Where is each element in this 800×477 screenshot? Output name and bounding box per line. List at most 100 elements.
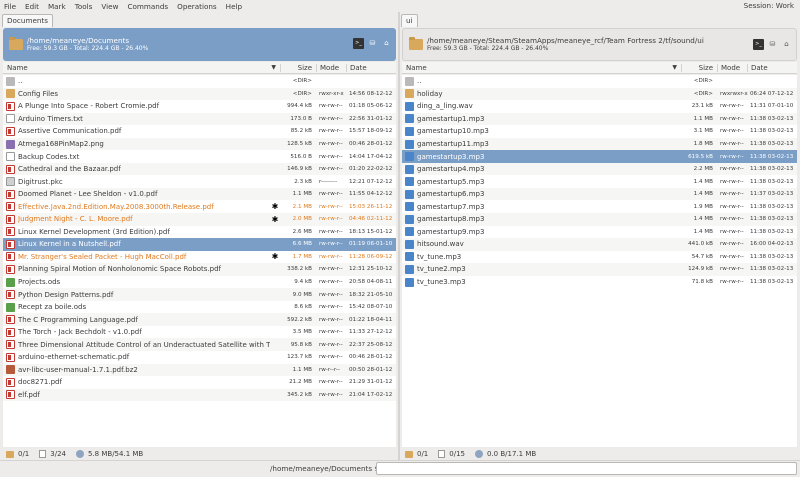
file-mode: r--------	[319, 178, 338, 185]
file-row[interactable]: gamestartup5.mp3 1.4 MB rw-rw-r-- 11:38 03-…	[402, 175, 797, 188]
file-row[interactable]: Assertive Communication.pdf 85.2 kB rw-rw-…	[3, 125, 396, 138]
menu-help[interactable]: Help	[222, 2, 247, 11]
file-row[interactable]: .. <DIR>	[3, 75, 396, 88]
audio-file-icon	[405, 139, 414, 149]
file-size: 9.4 kB	[294, 279, 312, 286]
file-name: Three Dimensional Attitude Control of an…	[18, 340, 270, 349]
file-size: 146.9 kB	[287, 166, 312, 173]
file-row[interactable]: Cathedral and the Bazaar.pdf 146.9 kB rw-r…	[3, 162, 396, 176]
file-size: 592.2 kB	[287, 316, 312, 323]
file-row[interactable]: hitsound.wav 441.0 kB rw-rw-r-- 16:00 04-02…	[402, 238, 797, 251]
menu-file[interactable]: File	[0, 2, 21, 11]
file-row[interactable]: The Torch - Jack Bechdolt - v1.0.pdf 3.5 …	[3, 326, 396, 339]
file-mode: rw-rw-r--	[720, 216, 744, 223]
column-name[interactable]: Name ▼	[402, 64, 681, 72]
file-row[interactable]: Mr. Stranger's Sealed Packet - Hugh MacC…	[3, 251, 396, 264]
command-input[interactable]	[376, 462, 797, 475]
file-mode: rw-rw-r--	[720, 253, 744, 260]
file-date: 11:31 07-01-10	[750, 103, 794, 110]
history-icon[interactable]: ⌂	[381, 38, 392, 49]
file-row[interactable]: gamestartup6.mp3 1.4 MB rw-rw-r-- 11:37 03-…	[402, 187, 797, 201]
file-row[interactable]: Projects.ods 9.4 kB rw-rw-r-- 20:58 04-08-1…	[3, 276, 396, 289]
file-row[interactable]: A Plunge Into Space - Robert Cromie.pdf 9…	[3, 100, 396, 113]
menu-view[interactable]: View	[97, 2, 123, 11]
bookmarks-icon[interactable]: ⛁	[367, 38, 378, 49]
file-row[interactable]: Planning Spiral Motion of Nonholonomic S…	[3, 263, 396, 276]
file-row[interactable]: gamestartup8.mp3 1.4 MB rw-rw-r-- 11:38 03-…	[402, 213, 797, 226]
file-row[interactable]: avr-libc-user-manual-1.7.1.pdf.bz2 1.1 MB…	[3, 363, 396, 377]
file-row[interactable]: Linux Kernel Development (3rd Edition).p…	[3, 226, 396, 239]
file-row[interactable]: Effective.Java.2nd.Edition.May.2008.3000…	[3, 200, 396, 213]
left-path-bar[interactable]: /home/meaneye/Documents Free: 59.3 GB - …	[3, 28, 396, 61]
file-date: 01:20 22-02-12	[349, 166, 393, 173]
file-row[interactable]: tv_tune.mp3 54.7 kB rw-rw-r-- 11:38 03-02-1…	[402, 251, 797, 264]
terminal-icon[interactable]: >_	[353, 38, 364, 49]
file-row[interactable]: gamestartup9.mp3 1.4 MB rw-rw-r-- 11:38 03-…	[402, 226, 797, 239]
file-row[interactable]: Three Dimensional Attitude Control of an…	[3, 338, 396, 352]
tab-ui[interactable]: ui	[401, 14, 418, 27]
file-row[interactable]: gamestartup7.mp3 1.9 MB rw-rw-r-- 11:38 03-…	[402, 200, 797, 213]
menu-tools[interactable]: Tools	[71, 2, 98, 11]
right-path-bar[interactable]: /home/meaneye/Steam/SteamApps/meaneye_rc…	[402, 28, 797, 61]
history-icon[interactable]: ⌂	[781, 39, 792, 50]
file-row[interactable]: gamestartup4.mp3 2.2 MB rw-rw-r-- 11:38 03-…	[402, 162, 797, 176]
file-date: 15:57 18-09-12	[349, 128, 393, 135]
column-size[interactable]: Size	[681, 63, 717, 72]
file-row[interactable]: tv_tune2.mp3 124.9 kB rw-rw-r-- 11:38 03-02…	[402, 263, 797, 276]
menu-operations[interactable]: Operations	[173, 2, 222, 11]
menu-commands[interactable]: Commands	[123, 2, 173, 11]
file-row[interactable]: Atmega168PinMap2.png 128.5 kB rw-rw-r-- 00:…	[3, 137, 396, 151]
file-row[interactable]: gamestartup10.mp3 3.1 MB rw-rw-r-- 11:38 03…	[402, 125, 797, 138]
panel-divider[interactable]	[398, 12, 400, 460]
session-label[interactable]: Session: Work	[744, 0, 794, 12]
left-tab-strip: Documents	[2, 14, 53, 27]
column-mode[interactable]: Mode	[316, 63, 346, 72]
audio-file-icon	[405, 189, 414, 199]
file-name: Judgment Night - C. L. Moore.pdf	[18, 215, 133, 224]
audio-file-icon	[405, 126, 414, 136]
file-row[interactable]: tv_tune3.mp3 71.8 kB rw-rw-r-- 11:38 03-02-…	[402, 276, 797, 289]
column-size[interactable]: Size	[280, 63, 316, 72]
file-row[interactable]: elf.pdf 345.2 kB rw-rw-r-- 21:04 17-02-12	[3, 388, 396, 402]
file-size: 1.4 MB	[693, 216, 713, 223]
file-row[interactable]: Config Files <DIR> rwxr-xr-x 14:56 08-12-12	[3, 87, 396, 101]
column-name[interactable]: Name ▼	[3, 64, 280, 72]
menu-mark[interactable]: Mark	[44, 2, 71, 11]
file-row[interactable]: Digitrust.pkc 2.3 kB r-------- 12:21 07-12-…	[3, 175, 396, 188]
file-row[interactable]: Python Design Patterns.pdf 9.0 MB rw-rw-r-…	[3, 288, 396, 301]
file-row[interactable]: doc8271.pdf 21.2 MB rw-rw-r-- 21:29 31-01-1…	[3, 376, 396, 389]
file-row[interactable]: gamestartup1.mp3 1.1 MB rw-rw-r-- 11:38 03-…	[402, 112, 797, 126]
file-name: Doomed Planet - Lee Sheldon - v1.0.pdf	[18, 190, 158, 199]
file-row[interactable]: gamestartup3.mp3 619.5 kB rw-rw-r-- 11:38 0…	[402, 150, 797, 163]
file-row[interactable]: gamestartup11.mp3 1.8 MB rw-rw-r-- 11:38 03…	[402, 137, 797, 151]
file-row[interactable]: Doomed Planet - Lee Sheldon - v1.0.pdf 1.…	[3, 187, 396, 201]
left-file-list[interactable]: .. <DIR> Config Files <DIR> rwxr-xr-x 14:56 0…	[3, 75, 396, 447]
file-size: 1.1 MB	[292, 191, 312, 198]
menu-edit[interactable]: Edit	[21, 2, 44, 11]
text-file-icon	[6, 152, 15, 162]
bookmarks-icon[interactable]: ⛁	[767, 39, 778, 50]
file-date: 00:46 28-01-12	[349, 354, 393, 361]
file-row[interactable]: Recept za boile.ods 8.6 kB rw-rw-r-- 15:42 …	[3, 301, 396, 314]
file-row[interactable]: ding_a_ling.wav 23.1 kB rw-rw-r-- 11:31 07-…	[402, 100, 797, 113]
file-size: 8.6 kB	[294, 304, 312, 311]
column-mode[interactable]: Mode	[717, 63, 747, 72]
file-name: Python Design Patterns.pdf	[18, 290, 114, 299]
file-date: 15:03 26-11-12	[349, 203, 393, 210]
file-row[interactable]: Arduino Timers.txt 173.0 B rw-rw-r-- 22:56 …	[3, 112, 396, 126]
file-size: 1.4 MB	[693, 191, 713, 198]
terminal-icon[interactable]: >_	[753, 39, 764, 50]
file-row[interactable]: arduino-ethernet-schematic.pdf 123.7 kB rw…	[3, 351, 396, 364]
file-name: Atmega168PinMap2.png	[18, 140, 104, 148]
file-row[interactable]: Backup Codes.txt 516.0 B rw-rw-r-- 14:04 17…	[3, 150, 396, 163]
file-row[interactable]: Judgment Night - C. L. Moore.pdf ✱ 2.0 MB r…	[3, 213, 396, 226]
tab-documents[interactable]: Documents	[2, 14, 53, 27]
file-row[interactable]: holiday <DIR> rwxrwxr-x 06:24 07-12-12	[402, 87, 797, 101]
file-row[interactable]: The C Programming Language.pdf 592.2 kB rw…	[3, 313, 396, 326]
file-row[interactable]: .. <DIR>	[402, 75, 797, 88]
column-date[interactable]: Date	[747, 63, 797, 72]
column-date[interactable]: Date	[346, 63, 396, 72]
file-name: tv_tune.mp3	[417, 252, 462, 261]
right-file-list[interactable]: .. <DIR> holiday <DIR> rwxrwxr-x 06:24 07-12-…	[402, 75, 797, 447]
file-row[interactable]: Linux Kernel in a Nutshell.pdf 6.6 MB rw-r…	[3, 238, 396, 251]
